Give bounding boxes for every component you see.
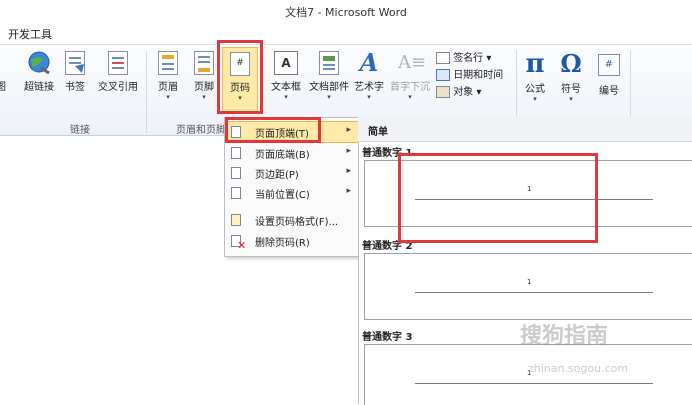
chevron-down-icon: ▾ <box>284 93 288 101</box>
page-number-sample: 1 <box>527 278 532 286</box>
chevron-right-icon: ▸ <box>346 125 351 135</box>
page-bottom-icon <box>231 147 241 159</box>
title-bar: 文档7 - Microsoft Word <box>0 0 692 24</box>
highlight-box <box>217 40 263 114</box>
chevron-right-icon: ▸ <box>346 166 351 176</box>
chevron-down-icon: ▾ <box>533 95 537 103</box>
object-button[interactable]: 对象 ▾ <box>436 83 481 98</box>
watermark-url: zhinan.sogou.com <box>528 362 629 375</box>
tab-developer[interactable]: 开发工具 <box>8 26 52 42</box>
object-icon <box>436 86 450 98</box>
chevron-down-icon: ▾ <box>408 93 412 101</box>
signature-icon <box>436 52 450 64</box>
textbox-icon: A <box>274 51 298 75</box>
gallery-preview-2[interactable]: 1 <box>364 253 692 320</box>
header-line <box>415 383 653 384</box>
quickparts-icon <box>319 51 339 75</box>
dropcap-button[interactable]: A≡ 首字下沉 ▾ <box>388 51 432 101</box>
bookmark-button[interactable]: 书签 <box>62 51 88 93</box>
menu-item-current-position[interactable]: 当前位置(C) ▸ <box>225 183 359 203</box>
gallery-item-title: 普通数字 3 <box>362 332 413 343</box>
wordart-button[interactable]: A 艺术字 ▾ <box>352 48 386 102</box>
chevron-down-icon: ▾ <box>166 93 170 101</box>
textbox-button[interactable]: A 文本框 ▾ <box>268 51 304 101</box>
format-icon <box>231 214 241 226</box>
ribbon-tab-row: 开发工具 <box>0 24 692 44</box>
calendar-icon <box>436 69 450 81</box>
chevron-right-icon: ▸ <box>346 186 351 196</box>
group-label-header-footer: 页眉和页脚 <box>176 125 226 136</box>
group-label-links: 链接 <box>70 125 90 136</box>
highlight-box <box>225 117 321 143</box>
chevron-down-icon: ▾ <box>327 93 331 101</box>
chevron-down-icon: ▾ <box>367 93 371 101</box>
pi-icon: π <box>525 49 545 79</box>
globe-link-icon <box>27 51 51 75</box>
bookmark-icon <box>65 51 85 75</box>
crossref-icon <box>108 51 128 75</box>
chevron-down-icon: ▾ <box>569 95 573 103</box>
wordart-icon: A <box>359 48 379 77</box>
picture-icon <box>0 51 8 75</box>
highlight-box <box>398 153 598 243</box>
menu-item-page-margins[interactable]: 页边距(P) ▸ <box>225 163 359 183</box>
omega-icon: Ω <box>560 49 582 78</box>
chevron-right-icon: ▸ <box>346 146 351 156</box>
number-button[interactable]: # 编号 <box>594 51 624 97</box>
symbol-button[interactable]: Ω 符号 ▾ <box>556 49 586 104</box>
signature-line-button[interactable]: 签名行 ▾ <box>436 49 491 64</box>
menu-item-remove-page-numbers[interactable]: ✕ 删除页码(R) <box>225 231 359 252</box>
chevron-down-icon: ▾ <box>202 93 206 101</box>
header-button[interactable]: 页眉 ▾ <box>154 51 182 101</box>
menu-item-bottom-of-page[interactable]: 页面底端(B) ▸ <box>225 143 359 163</box>
window-title: 文档7 - Microsoft Word <box>285 6 407 19</box>
red-x-icon: ✕ <box>237 239 247 252</box>
current-position-icon <box>231 187 241 199</box>
crossref-button[interactable]: 交叉引用 <box>94 51 142 93</box>
gallery-header: 简单 <box>358 117 692 142</box>
equation-button[interactable]: π 公式 ▾ <box>520 51 550 103</box>
date-time-button[interactable]: 日期和时间 <box>436 66 503 81</box>
hyperlink-button[interactable]: 超链接 <box>22 51 56 93</box>
watermark-text: 搜狗指南 <box>520 324 609 349</box>
group-separator <box>146 51 147 133</box>
quickparts-button[interactable]: 文档部件 ▾ <box>306 51 352 101</box>
dropcap-icon: A≡ <box>398 52 427 73</box>
menu-item-format-page-numbers[interactable]: 设置页码格式(F)... <box>225 210 359 230</box>
number-icon: # <box>598 54 620 76</box>
header-line <box>415 292 653 293</box>
picture-button[interactable]: 图 <box>0 51 8 93</box>
footer-button[interactable]: 页脚 ▾ <box>190 51 218 101</box>
footer-icon <box>194 51 214 75</box>
header-icon <box>158 51 178 75</box>
page-margins-icon <box>231 167 241 179</box>
